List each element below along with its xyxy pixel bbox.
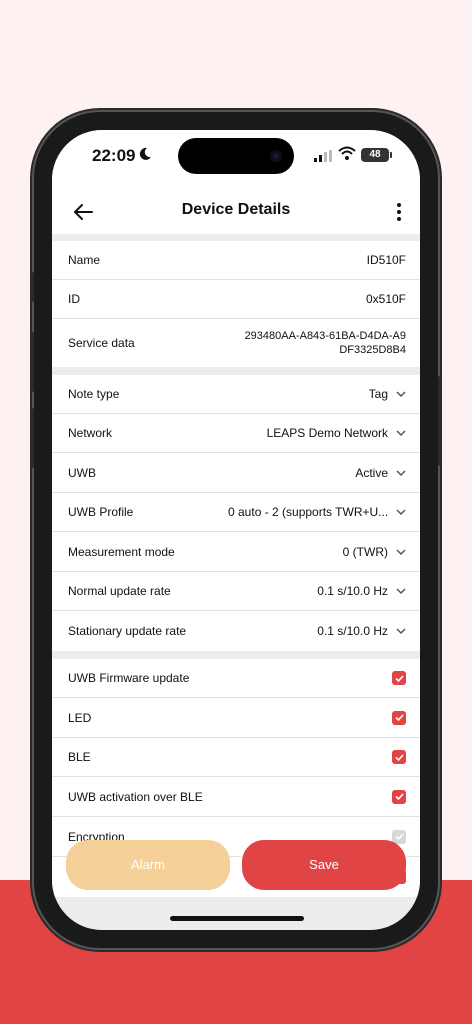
checkbox-checked[interactable] (392, 671, 406, 685)
info-row-service-data: Service data 293480AA-A843-61BA-D4DA-A9 … (52, 319, 420, 367)
screen: 22:09 48 Device Details Name ID510F ID 0… (52, 130, 420, 930)
chevron-down-icon (396, 430, 406, 437)
page-title: Device Details (181, 201, 291, 218)
home-indicator[interactable] (170, 916, 304, 921)
checkbox-checked[interactable] (392, 710, 406, 725)
check-icon (394, 674, 404, 682)
setting-value: Tag (368, 387, 388, 401)
chevron-down-icon (396, 588, 406, 595)
toggle-row-uwb-firmware-update: UWB Firmware update (52, 659, 420, 698)
setting-label: Measurement mode (68, 544, 175, 559)
setting-row-stationary-update-rate[interactable]: Stationary update rate 0.1 s/10.0 Hz (52, 611, 420, 651)
check-icon (394, 793, 404, 801)
info-value: 0x510F (365, 292, 406, 306)
dynamic-island (178, 138, 294, 174)
info-value: ID510F (366, 253, 406, 267)
info-row-id: ID 0x510F (52, 280, 420, 319)
setting-value: 0 auto - 2 (supports TWR+U... (228, 505, 388, 519)
signal-icon (314, 150, 332, 162)
setting-row-note-type[interactable]: Note type Tag (52, 375, 420, 414)
checkbox-checked[interactable] (392, 750, 406, 764)
power-button (438, 376, 442, 466)
toggle-label: BLE (68, 750, 91, 764)
status-bar: 22:09 48 (52, 130, 420, 190)
setting-row-normal-update-rate[interactable]: Normal update rate 0.1 s/10.0 Hz (52, 572, 420, 611)
setting-value: 0 (TWR) (342, 544, 388, 559)
toggle-row-ble: BLE (52, 738, 420, 777)
wifi-icon (338, 146, 356, 160)
setting-row-uwb[interactable]: UWB Active (52, 453, 420, 493)
chevron-down-icon (396, 509, 406, 516)
setting-label: UWB (68, 465, 96, 480)
action-footer: Alarm Save (52, 840, 420, 894)
info-row-name: Name ID510F (52, 241, 420, 280)
setting-row-network[interactable]: Network LEAPS Demo Network (52, 414, 420, 453)
more-vertical-icon[interactable] (396, 202, 402, 222)
save-button[interactable]: Save (242, 840, 406, 890)
setting-label: Note type (68, 387, 120, 401)
toggle-label: UWB activation over BLE (68, 789, 203, 804)
info-label: ID (68, 292, 80, 306)
info-value: 293480AA-A843-61BA-D4DA-A9 DF3325D8B4 (244, 330, 406, 356)
setting-row-measurement-mode[interactable]: Measurement mode 0 (TWR) (52, 532, 420, 572)
volume-down-button (30, 408, 34, 468)
alarm-button[interactable]: Alarm (66, 840, 230, 890)
battery-icon: 48 (361, 148, 389, 162)
details-list: Name ID510F ID 0x510F Service data 29348… (52, 241, 420, 905)
camera-icon (270, 150, 282, 162)
settings-group: Note type Tag Network LEAPS Demo Network… (52, 375, 420, 651)
setting-label: Stationary update rate (68, 624, 187, 638)
toggle-label: UWB Firmware update (68, 671, 190, 685)
setting-value: LEAPS Demo Network (266, 426, 388, 440)
mute-switch (30, 272, 34, 302)
moon-icon (139, 147, 151, 160)
info-label: Name (68, 253, 101, 267)
chevron-down-icon (396, 469, 406, 476)
chevron-down-icon (396, 548, 406, 555)
battery-tip (390, 152, 392, 158)
setting-label: UWB Profile (68, 505, 134, 519)
setting-label: Network (68, 426, 113, 440)
toggle-label: LED (68, 710, 92, 725)
volume-up-button (30, 332, 34, 392)
toggle-row-uwb-activation-over-ble: UWB activation over BLE (52, 777, 420, 817)
check-icon (394, 753, 404, 761)
app-bar: Device Details (52, 190, 420, 234)
chevron-down-icon (396, 391, 406, 398)
info-group: Name ID510F ID 0x510F Service data 29348… (52, 241, 420, 367)
chevron-down-icon (396, 628, 406, 635)
setting-value: 0.1 s/10.0 Hz (317, 584, 388, 598)
info-label: Service data (68, 336, 135, 350)
check-icon (394, 714, 404, 722)
toggle-row-led: LED (52, 698, 420, 738)
status-time: 22:09 (92, 146, 136, 165)
checkbox-checked[interactable] (392, 789, 406, 804)
setting-label: Normal update rate (68, 584, 171, 598)
phone-frame: 22:09 48 Device Details Name ID510F ID 0… (30, 112, 442, 948)
setting-row-uwb-profile[interactable]: UWB Profile 0 auto - 2 (supports TWR+U..… (52, 493, 420, 532)
setting-value: Active (355, 465, 388, 480)
setting-value: 0.1 s/10.0 Hz (317, 624, 388, 638)
